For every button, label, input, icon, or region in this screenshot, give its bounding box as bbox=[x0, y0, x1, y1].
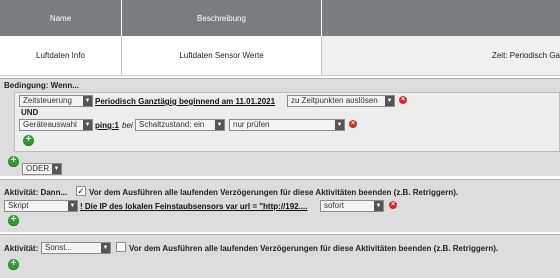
condition2-type-select[interactable]: Geräteauswahl ▼ bbox=[19, 119, 93, 131]
remove-icon[interactable]: × bbox=[349, 120, 357, 128]
check-mode-select[interactable]: nur prüfen ▼ bbox=[229, 119, 345, 131]
condition-label: Bedingung: Wenn... bbox=[4, 81, 79, 90]
column-header-name[interactable]: Name bbox=[0, 0, 122, 36]
device-link[interactable]: ping:1 bbox=[95, 121, 119, 130]
add-icon[interactable]: + bbox=[8, 259, 19, 270]
condition-time-link[interactable]: Periodisch Ganztägig beginnend am 11.01.… bbox=[95, 97, 275, 106]
chevron-down-icon: ▼ bbox=[215, 120, 224, 130]
check-mode-value: nur prüfen bbox=[233, 120, 270, 129]
program-table-row[interactable]: Luftdaten Info Luftdaten Sensor Werte Ze… bbox=[0, 36, 560, 76]
else-stop-delays-checkbox[interactable] bbox=[116, 242, 126, 252]
add-icon[interactable]: + bbox=[8, 215, 19, 226]
bei-label: bei bbox=[122, 121, 133, 130]
trigger-select[interactable]: zu Zeitpunkten auslösen ▼ bbox=[287, 95, 395, 107]
add-icon[interactable]: + bbox=[8, 156, 19, 167]
add-icon[interactable]: + bbox=[23, 135, 34, 146]
chevron-down-icon: ▼ bbox=[52, 164, 61, 174]
und-label: UND bbox=[21, 108, 39, 117]
state-value: Schaltzustand: ein bbox=[139, 120, 205, 129]
chevron-down-icon: ▼ bbox=[374, 201, 383, 211]
column-header-beschreibung[interactable]: Beschreibung bbox=[122, 0, 322, 36]
chevron-down-icon: ▼ bbox=[335, 120, 344, 130]
else-activity-label: Aktivität: bbox=[4, 244, 39, 253]
trigger-value: zu Zeitpunkten auslösen bbox=[291, 96, 378, 105]
chevron-down-icon: ▼ bbox=[385, 96, 394, 106]
chevron-down-icon: ▼ bbox=[83, 96, 92, 106]
condition-type-value: Zeitsteuerung bbox=[23, 96, 72, 105]
program-name[interactable]: Luftdaten Info bbox=[0, 36, 122, 75]
activity-panel: Aktivität: Dann... ✓ Vor dem Ausführen a… bbox=[0, 179, 560, 232]
condition-group: Zeitsteuerung ▼ Periodisch Ganztägig beg… bbox=[14, 92, 560, 152]
script-link[interactable]: ! Die IP des lokalen Feinstaubsensors va… bbox=[80, 202, 308, 211]
activity-label: Aktivität: Dann... bbox=[4, 188, 68, 197]
chevron-down-icon: ▼ bbox=[101, 243, 110, 253]
timing-select[interactable]: sofort ▼ bbox=[320, 200, 384, 212]
condition-type-select[interactable]: Zeitsteuerung ▼ bbox=[19, 95, 93, 107]
stop-delays-text: Vor dem Ausführen alle laufenden Verzöge… bbox=[89, 188, 459, 197]
else-stop-delays-text: Vor dem Ausführen alle laufenden Verzöge… bbox=[129, 244, 499, 253]
checkmark-icon: ✓ bbox=[77, 186, 85, 196]
chevron-down-icon: ▼ bbox=[68, 201, 77, 211]
program-description[interactable]: Luftdaten Sensor Werte bbox=[122, 36, 322, 75]
chevron-down-icon: ▼ bbox=[83, 120, 92, 130]
oder-select[interactable]: ODER ▼ bbox=[22, 163, 62, 175]
remove-icon[interactable]: × bbox=[399, 96, 407, 104]
column-header-zeit bbox=[322, 0, 560, 36]
remove-icon[interactable]: × bbox=[389, 201, 397, 209]
state-select[interactable]: Schaltzustand: ein ▼ bbox=[135, 119, 225, 131]
activity-type-select[interactable]: Skript ▼ bbox=[4, 200, 78, 212]
stop-delays-checkbox[interactable]: ✓ bbox=[76, 186, 86, 196]
sonst-select[interactable]: Sonst... ▼ bbox=[41, 242, 111, 254]
condition2-type-value: Geräteauswahl bbox=[23, 120, 77, 129]
condition-panel: Bedingung: Wenn... Zeitsteuerung ▼ Perio… bbox=[0, 78, 560, 176]
program-time: Zeit: Periodisch Ga bbox=[322, 36, 560, 75]
program-table-header: Name Beschreibung bbox=[0, 0, 560, 36]
activity-type-value: Skript bbox=[8, 201, 29, 210]
else-activity-panel: Aktivität: Sonst... ▼ Vor dem Ausführen … bbox=[0, 234, 560, 278]
